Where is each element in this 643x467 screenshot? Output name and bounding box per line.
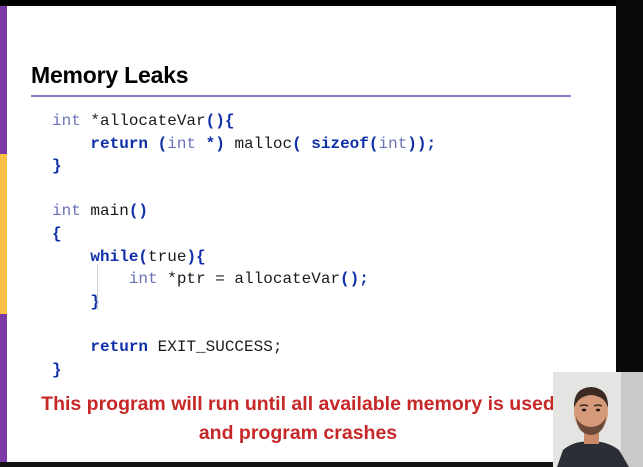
code-line: } xyxy=(52,291,436,314)
warning-text: This program will run until all availabl… xyxy=(30,390,566,448)
code-line: int *allocateVar(){ xyxy=(52,110,436,133)
screen: Memory Leaks int *allocateVar(){ return … xyxy=(0,0,643,467)
code-token: *ptr = allocateVar xyxy=(167,270,341,289)
code-token: while xyxy=(90,247,139,266)
presenter-icon xyxy=(553,372,643,467)
indent-guide xyxy=(97,264,98,310)
warning-line-2: and program crashes xyxy=(198,422,398,444)
code-token: *) xyxy=(196,134,225,153)
code-token: sizeof xyxy=(311,134,369,153)
code-token: true xyxy=(148,247,187,266)
code-line: return (int *) malloc( sizeof(int)); xyxy=(52,133,436,156)
code-token: *allocateVar xyxy=(90,112,206,130)
window-edge xyxy=(616,0,643,372)
code-line: return EXIT_SUCCESS; xyxy=(52,336,436,359)
accent-bar-purple-bottom xyxy=(0,314,7,464)
code-token: } xyxy=(90,292,101,311)
code-line: } xyxy=(52,359,436,382)
code-token: } xyxy=(52,157,62,176)
code-line: while(true){ xyxy=(52,246,436,269)
slide-title: Memory Leaks xyxy=(31,62,189,88)
code-token: (); xyxy=(340,270,369,289)
code-token: ){ xyxy=(186,247,206,266)
presentation-slide: Memory Leaks int *allocateVar(){ return … xyxy=(0,6,616,464)
code-token: int xyxy=(52,202,91,221)
code-token: int xyxy=(128,270,168,289)
code-line: } xyxy=(52,155,436,178)
code-token: { xyxy=(52,224,62,243)
code-token: (){ xyxy=(205,112,235,130)
code-token: int xyxy=(378,134,408,153)
code-token: int xyxy=(52,112,91,130)
accent-bar-yellow xyxy=(0,154,7,314)
code-token: return xyxy=(90,337,149,356)
code-token: } xyxy=(52,360,62,379)
code-block: int *allocateVar(){ return (int *) mallo… xyxy=(52,110,436,381)
warning-line-1: This program will run until all availabl… xyxy=(41,393,555,415)
code-line: int *ptr = allocateVar(); xyxy=(52,268,436,291)
code-token: ( xyxy=(292,134,312,153)
code-token: malloc xyxy=(224,134,293,153)
code-token: return xyxy=(90,134,149,153)
title-underline xyxy=(31,95,571,97)
presenter-webcam xyxy=(553,372,643,467)
code-line: { xyxy=(52,223,436,246)
code-token: EXIT_SUCCESS; xyxy=(148,337,283,356)
code-token: ( xyxy=(148,134,168,153)
accent-bar-purple-top xyxy=(0,6,7,154)
code-token: )); xyxy=(407,134,437,153)
code-token: int xyxy=(167,134,197,153)
code-token: () xyxy=(128,202,149,221)
code-token: main xyxy=(90,202,129,221)
bottom-edge xyxy=(0,462,553,467)
code-line: int main() xyxy=(52,200,436,223)
code-token: ( xyxy=(138,247,149,266)
